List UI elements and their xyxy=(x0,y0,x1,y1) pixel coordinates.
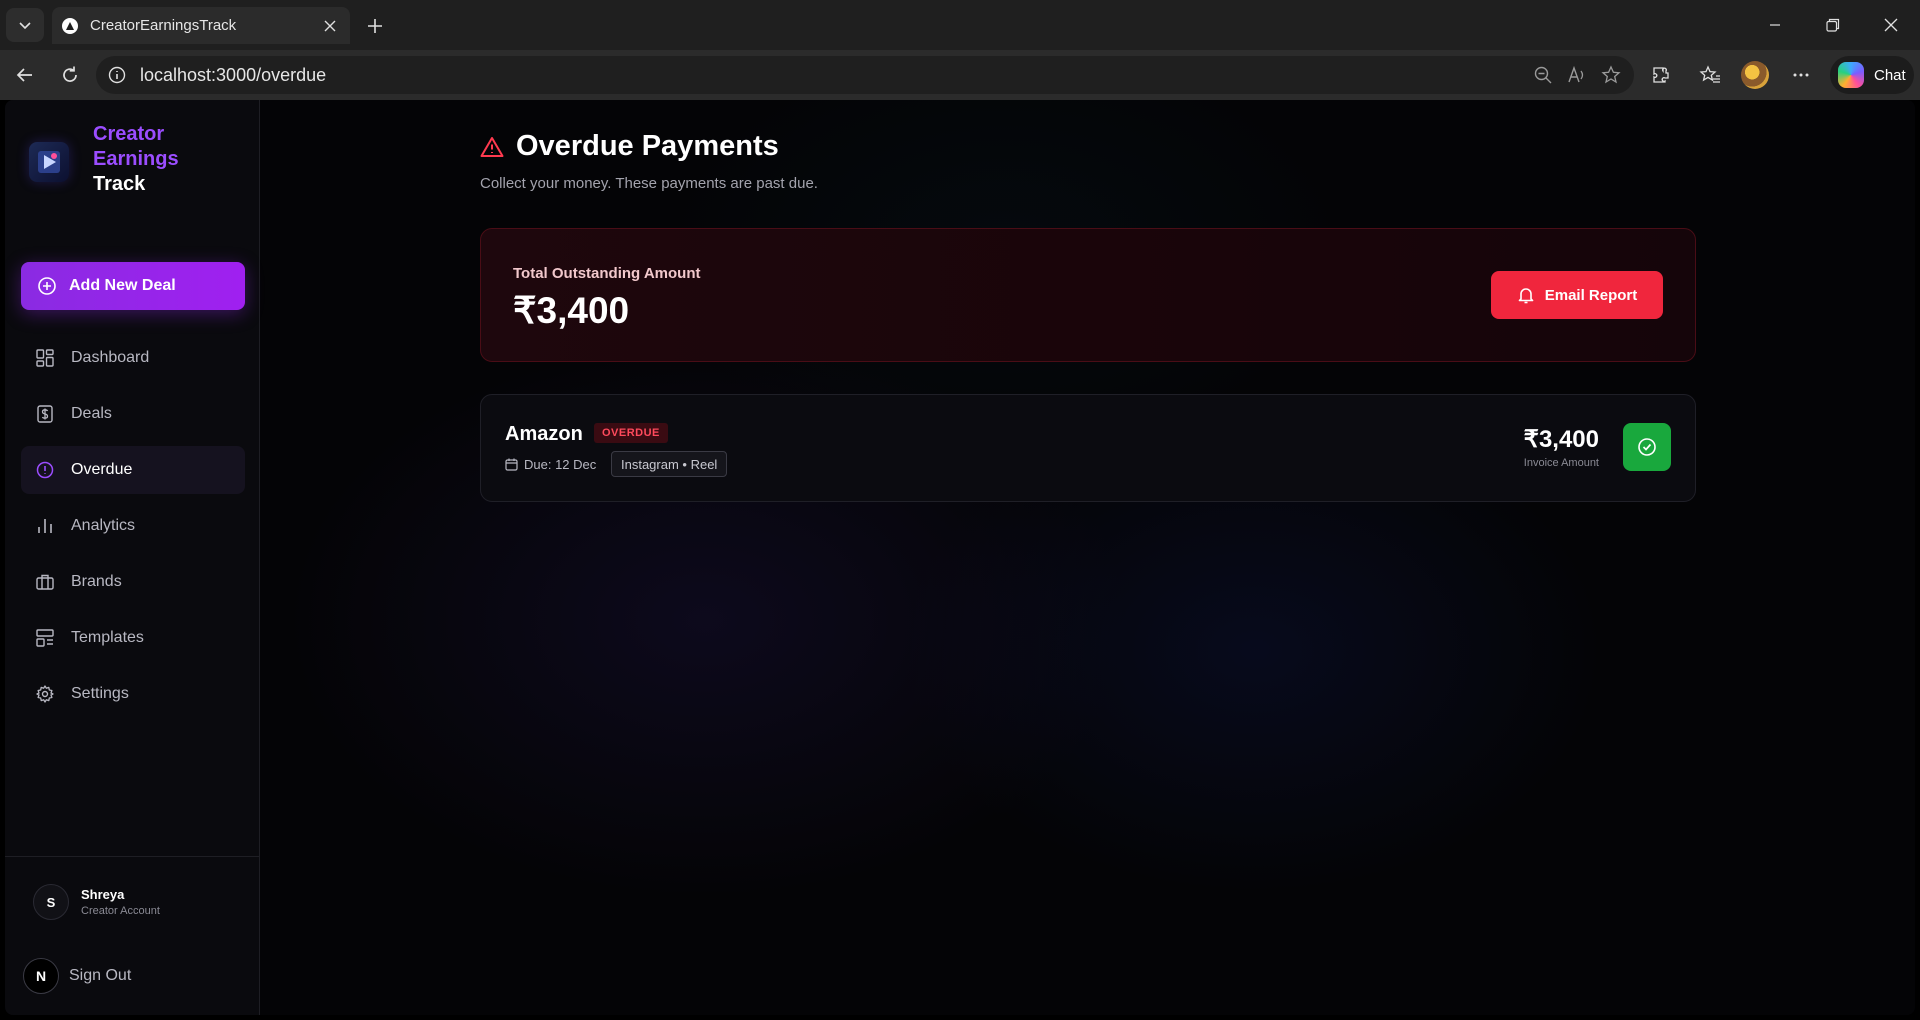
new-tab-button[interactable] xyxy=(360,11,390,41)
restore-icon xyxy=(1826,18,1840,32)
warning-triangle-icon xyxy=(480,136,504,157)
gear-icon xyxy=(35,684,55,704)
add-new-deal-label: Add New Deal xyxy=(69,277,176,294)
browser-tab[interactable]: CreatorEarningsTrack xyxy=(52,7,350,44)
check-circle-icon xyxy=(1638,438,1656,456)
browser-tab-bar: CreatorEarningsTrack xyxy=(0,0,1920,50)
profile-avatar[interactable] xyxy=(1741,61,1769,89)
reload-icon xyxy=(63,66,77,82)
tab-title: CreatorEarningsTrack xyxy=(90,17,237,34)
sidebar-item-label: Settings xyxy=(71,685,129,702)
sidebar-item-dashboard[interactable]: Dashboard xyxy=(21,334,245,382)
email-report-label: Email Report xyxy=(1544,286,1638,304)
alert-circle-icon xyxy=(35,460,55,480)
minimize-button[interactable] xyxy=(1746,0,1804,50)
invoice-amount-label: Invoice Amount xyxy=(1523,457,1599,469)
total-outstanding-card: Total Outstanding Amount ₹3,400 Email Re… xyxy=(480,228,1696,362)
email-report-button[interactable]: Email Report xyxy=(1491,271,1663,319)
dollar-icon xyxy=(35,404,55,424)
restore-button[interactable] xyxy=(1804,0,1862,50)
nextjs-favicon-icon xyxy=(62,17,78,34)
payment-brand-name: Amazon xyxy=(505,423,583,445)
due-date: Due: 12 Dec xyxy=(505,457,596,472)
sidebar: Creator Earnings Track Add New Deal Dash… xyxy=(5,100,260,1015)
favorites-icon[interactable] xyxy=(1694,59,1726,91)
read-aloud-icon[interactable] xyxy=(1560,58,1594,92)
extensions-icon[interactable] xyxy=(1645,59,1677,91)
sidebar-item-label: Overdue xyxy=(71,461,133,478)
copilot-icon xyxy=(1838,62,1864,88)
tab-list-button[interactable] xyxy=(6,8,44,42)
add-new-deal-button[interactable]: Add New Deal xyxy=(21,262,245,310)
bell-icon xyxy=(1518,288,1534,304)
page-subtitle: Collect your money. These payments are p… xyxy=(480,175,818,192)
sidebar-item-analytics[interactable]: Analytics xyxy=(21,502,245,550)
user-role: Creator Account xyxy=(81,905,160,917)
plus-icon xyxy=(368,19,382,33)
address-bar[interactable]: localhost:3000/overdue xyxy=(96,56,1634,94)
close-window-button[interactable] xyxy=(1862,0,1920,50)
sidebar-item-brands[interactable]: Brands xyxy=(21,558,245,606)
platform-tag: Instagram • Reel xyxy=(611,451,728,477)
calendar-icon xyxy=(505,458,518,471)
close-icon xyxy=(1884,18,1898,32)
sidebar-item-templates[interactable]: Templates xyxy=(21,614,245,662)
page-title: Overdue Payments xyxy=(516,130,779,162)
mark-paid-button[interactable] xyxy=(1623,423,1671,471)
minimize-icon xyxy=(1770,24,1780,26)
sidebar-nav: Dashboard Deals Overdue Analytics Brands… xyxy=(21,334,245,726)
url-text[interactable]: localhost:3000/overdue xyxy=(140,65,1526,86)
zoom-out-icon[interactable] xyxy=(1526,58,1560,92)
sidebar-item-overdue[interactable]: Overdue xyxy=(21,446,245,494)
user-profile[interactable]: S Shreya Creator Account xyxy=(33,884,160,920)
browser-toolbar: localhost:3000/overdue Chat xyxy=(0,50,1920,100)
avatar: S xyxy=(33,884,69,920)
divider xyxy=(5,856,260,857)
total-outstanding-label: Total Outstanding Amount xyxy=(513,265,701,282)
list-item[interactable]: Amazon OVERDUE Due: 12 Dec Instagram • R… xyxy=(480,394,1696,502)
close-tab-icon[interactable] xyxy=(320,16,340,36)
copilot-chat-button[interactable]: Chat xyxy=(1830,56,1914,94)
sidebar-item-label: Dashboard xyxy=(71,349,150,366)
bar-chart-icon xyxy=(35,516,55,536)
sign-out-avatar: N xyxy=(23,958,59,994)
site-info-icon[interactable] xyxy=(106,64,128,86)
invoice-amount: ₹3,400 xyxy=(1523,426,1599,453)
reload-button[interactable] xyxy=(54,59,86,91)
sidebar-item-deals[interactable]: Deals xyxy=(21,390,245,438)
dashboard-icon xyxy=(35,348,55,368)
more-options-icon[interactable] xyxy=(1785,59,1817,91)
sign-out-label: Sign Out xyxy=(69,967,132,984)
total-outstanding-amount: ₹3,400 xyxy=(513,290,630,331)
brand-name: Creator Earnings Track xyxy=(93,123,179,195)
brand-logo-icon xyxy=(29,142,69,182)
back-button[interactable] xyxy=(9,59,41,91)
sidebar-item-label: Templates xyxy=(71,629,144,646)
app-viewport: Creator Earnings Track Add New Deal Dash… xyxy=(5,100,1915,1015)
status-badge: OVERDUE xyxy=(594,423,668,443)
chat-label: Chat xyxy=(1874,66,1906,84)
chevron-down-icon xyxy=(19,22,31,30)
due-date-label: Due: 12 Dec xyxy=(524,457,597,472)
sidebar-item-label: Analytics xyxy=(71,517,136,534)
favorite-star-icon[interactable] xyxy=(1594,58,1628,92)
layout-icon xyxy=(35,628,55,648)
brand[interactable]: Creator Earnings Track xyxy=(29,122,179,197)
arrow-left-icon xyxy=(16,68,32,82)
user-name: Shreya xyxy=(81,887,125,902)
plus-circle-icon xyxy=(38,277,56,295)
briefcase-icon xyxy=(35,572,55,592)
sidebar-item-label: Deals xyxy=(71,405,112,422)
sidebar-item-settings[interactable]: Settings xyxy=(21,670,245,718)
page-header: Overdue Payments Collect your money. The… xyxy=(480,130,818,192)
sidebar-item-label: Brands xyxy=(71,573,122,590)
sign-out-button[interactable]: N Sign Out xyxy=(23,958,131,994)
